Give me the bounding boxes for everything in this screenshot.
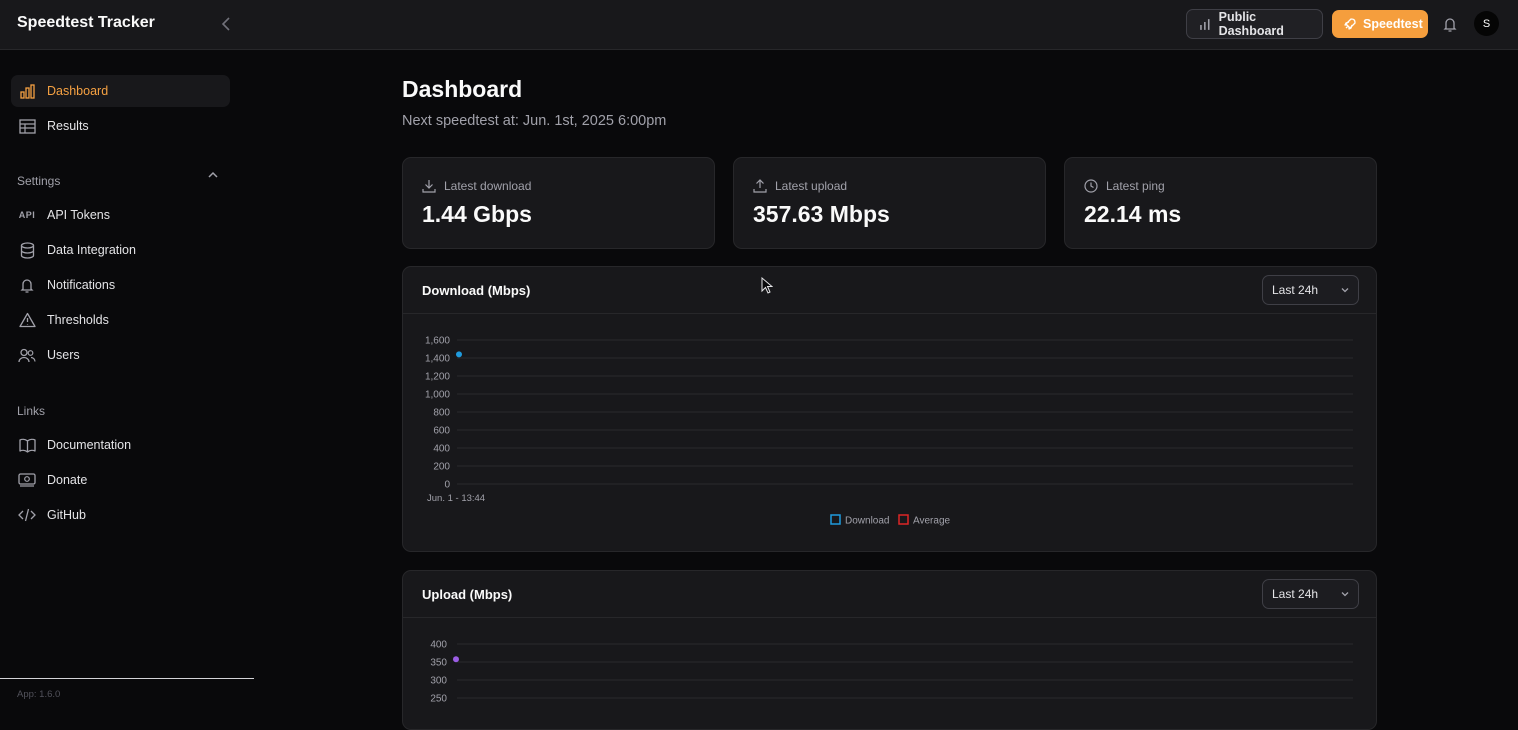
legend-swatch-download xyxy=(830,514,841,525)
sidebar-item-label: Users xyxy=(47,348,80,362)
sidebar-item-label: Dashboard xyxy=(47,84,109,98)
range-select[interactable]: Last 24h xyxy=(1262,275,1359,305)
bell-icon xyxy=(1443,17,1457,32)
collapse-sidebar-button[interactable] xyxy=(216,13,236,35)
rocket-icon xyxy=(1344,18,1356,30)
y-tick-label: 1,400 xyxy=(425,354,450,365)
links-group-label: Links xyxy=(17,404,46,418)
sidebar-item-label: API Tokens xyxy=(47,208,111,222)
bar-chart-icon xyxy=(18,82,36,100)
money-icon xyxy=(18,471,36,489)
stat-value: 1.44 Gbps xyxy=(422,201,532,227)
page-title: Dashboard xyxy=(402,76,523,102)
sidebar-item-label: Results xyxy=(47,119,89,133)
app-title[interactable]: Speedtest Tracker xyxy=(17,14,155,32)
sidebar-item-label: GitHub xyxy=(47,508,86,522)
sidebar-item-documentation[interactable]: Documentation xyxy=(11,429,230,461)
card-header: Download (Mbps) Last 24h xyxy=(403,267,1376,314)
code-icon xyxy=(18,506,36,524)
y-tick-label: 0 xyxy=(444,480,450,491)
public-dashboard-label: Public Dashboard xyxy=(1218,10,1284,38)
chevron-down-icon xyxy=(1341,592,1349,597)
y-tick-label: 400 xyxy=(430,640,447,651)
y-tick-label: 1,600 xyxy=(425,336,450,347)
y-tick-label: 1,200 xyxy=(425,372,450,383)
x-tick-label: Jun. 1 - 13:44 xyxy=(427,493,485,504)
stat-card-ping: Latest ping 22.14 ms xyxy=(1064,157,1377,249)
y-tick-label: 250 xyxy=(430,694,447,705)
y-tick-label: 1,000 xyxy=(425,390,450,401)
stat-card-download: Latest download 1.44 Gbps xyxy=(402,157,715,249)
y-tick-label: 400 xyxy=(433,444,450,455)
user-avatar[interactable]: S xyxy=(1474,11,1499,36)
table-icon xyxy=(18,117,36,135)
data-point-download xyxy=(456,351,462,358)
stat-label: Latest upload xyxy=(775,179,848,193)
chevron-up-icon[interactable] xyxy=(207,171,219,179)
legend-label-download: Download xyxy=(845,516,889,527)
sidebar-item-github[interactable]: GitHub xyxy=(11,499,230,531)
database-icon xyxy=(18,241,36,259)
sidebar-item-results[interactable]: Results xyxy=(11,110,230,142)
sidebar-item-label: Notifications xyxy=(47,278,116,292)
upload-icon xyxy=(753,179,767,193)
sidebar-item-label: Thresholds xyxy=(47,313,109,327)
y-tick-label: 200 xyxy=(433,462,450,473)
sidebar-item-data-integration[interactable]: Data Integration xyxy=(11,234,230,266)
sidebar: Dashboard Results Settings API API Token… xyxy=(0,51,254,709)
stat-label: Latest download xyxy=(444,179,532,193)
bell-icon xyxy=(18,276,36,294)
sidebar-item-notifications[interactable]: Notifications xyxy=(11,269,230,301)
upload-chart[interactable]: 400 350 300 250 xyxy=(403,618,1377,730)
download-icon xyxy=(422,180,436,193)
bar-chart-icon xyxy=(1200,19,1210,30)
y-tick-label: 800 xyxy=(433,408,450,419)
stat-value: 22.14 ms xyxy=(1084,201,1182,227)
speedtest-button[interactable]: Speedtest xyxy=(1332,10,1428,38)
stat-card-upload: Latest upload 357.63 Mbps xyxy=(733,157,1046,249)
next-speedtest-text: Next speedtest at: Jun. 1st, 2025 6:00pm xyxy=(402,113,667,129)
sidebar-item-users[interactable]: Users xyxy=(11,339,230,371)
chart-title: Upload (Mbps) xyxy=(422,587,513,602)
chart-title: Download (Mbps) xyxy=(422,283,531,298)
app-version: App: 1.6.0 xyxy=(17,689,61,700)
card-header: Upload (Mbps) Last 24h xyxy=(403,571,1376,618)
speedtest-label: Speedtest xyxy=(1363,17,1423,31)
book-icon xyxy=(18,436,36,454)
stat-value: 357.63 Mbps xyxy=(753,201,890,227)
sidebar-item-dashboard[interactable]: Dashboard xyxy=(11,75,230,107)
range-select-value: Last 24h xyxy=(1272,283,1319,297)
y-tick-label: 600 xyxy=(433,426,450,437)
notifications-button[interactable] xyxy=(1440,13,1460,35)
sidebar-divider xyxy=(0,678,254,679)
y-tick-label: 350 xyxy=(430,658,447,669)
legend-swatch-average xyxy=(898,514,909,525)
sidebar-item-label: Data Integration xyxy=(47,243,136,257)
clock-icon xyxy=(1084,179,1098,193)
sidebar-item-api-tokens[interactable]: API API Tokens xyxy=(11,199,230,231)
users-icon xyxy=(18,346,36,364)
settings-group-label[interactable]: Settings xyxy=(17,174,60,188)
range-select[interactable]: Last 24h xyxy=(1262,579,1359,609)
data-point-upload xyxy=(453,656,459,663)
sidebar-item-label: Donate xyxy=(47,473,88,487)
warning-icon xyxy=(18,311,36,329)
chevron-down-icon xyxy=(1341,288,1349,293)
sidebar-item-label: Documentation xyxy=(47,438,132,452)
mouse-cursor-icon xyxy=(761,277,773,294)
y-tick-label: 300 xyxy=(430,676,447,687)
legend-label-average: Average xyxy=(913,516,951,527)
range-select-value: Last 24h xyxy=(1272,587,1319,601)
top-bar: Speedtest Tracker Public Dashboard Speed… xyxy=(0,0,1518,50)
sidebar-item-thresholds[interactable]: Thresholds xyxy=(11,304,230,336)
sidebar-item-donate[interactable]: Donate xyxy=(11,464,230,496)
chevron-left-icon xyxy=(221,17,230,31)
stat-label: Latest ping xyxy=(1106,179,1165,193)
upload-chart-card: Upload (Mbps) Last 24h 400 350 300 250 xyxy=(402,570,1377,730)
download-chart[interactable]: 0 200 400 600 800 1,000 1,200 1,400 1,600 Jun. 1 … xyxy=(403,314,1377,552)
api-icon: API xyxy=(18,210,36,220)
download-chart-card: Download (Mbps) Last 24h 0 200 400 600 800 1,… xyxy=(402,266,1377,552)
public-dashboard-button[interactable]: Public Dashboard xyxy=(1186,9,1323,39)
